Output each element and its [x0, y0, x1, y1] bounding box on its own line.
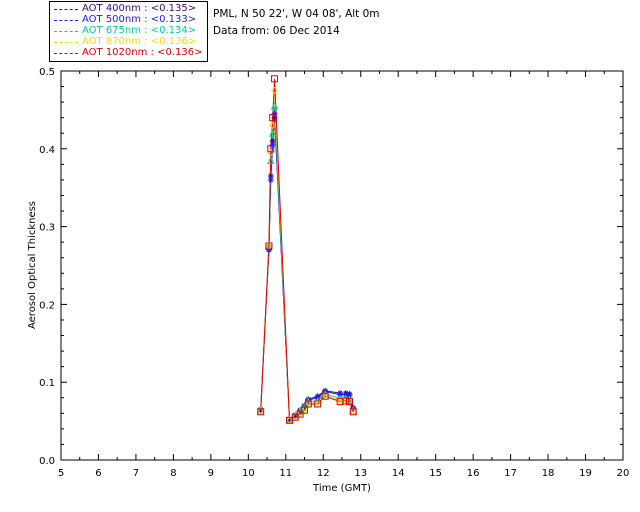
legend: AOT 400nm : <0.135> AOT 500nm : <0.133> AO…: [49, 1, 208, 62]
x-tick-label: 9: [208, 468, 214, 479]
tick-labels: 5 6 7 8 9 10 11 12 13 14 15 16 17 18 19 20 0.0 0.1 0.2 0.3 0…: [39, 67, 629, 479]
legend-label: AOT 870nm : <0.136>: [82, 36, 197, 47]
legend-swatch: [54, 53, 78, 54]
x-axis-title: Time (GMT): [312, 483, 371, 494]
y-tick-label: 0.0: [39, 456, 55, 467]
x-tick-label: 7: [133, 468, 139, 479]
legend-label: AOT 675nm : <0.134>: [82, 25, 197, 36]
legend-swatch: [54, 20, 78, 21]
y-tick-label: 0.1: [39, 378, 55, 389]
series-markers: [256, 75, 358, 425]
x-tick-label: 16: [467, 468, 480, 479]
x-tick-label: 8: [170, 468, 176, 479]
x-tick-label: 20: [617, 468, 630, 479]
series-line-aot-1020nm: [260, 78, 354, 422]
x-tick-label: 13: [354, 468, 367, 479]
y-tick-label: 0.3: [39, 223, 55, 234]
x-tick-label: 17: [504, 468, 517, 479]
legend-label: AOT 500nm : <0.133>: [82, 14, 197, 25]
legend-label: AOT 1020nm : <0.136>: [82, 47, 203, 58]
x-tick-label: 18: [542, 468, 555, 479]
series-line-aot-675nm: [260, 105, 354, 421]
location-header: PML, N 50 22', W 04 08', Alt 0m: [213, 8, 380, 20]
date-header: Data from: 06 Dec 2014: [213, 25, 340, 37]
legend-entry: AOT 1020nm : <0.136>: [50, 47, 207, 59]
x-tick-label: 11: [279, 468, 292, 479]
x-tick-label: 15: [429, 468, 442, 479]
x-tick-label: 10: [242, 468, 255, 479]
x-tick-label: 19: [579, 468, 592, 479]
legend-swatch: [54, 9, 78, 10]
series-line-aot-400nm: [260, 117, 354, 421]
x-tick-label: 6: [95, 468, 101, 479]
x-tick-label: 12: [317, 468, 330, 479]
series-line-aot-870nm: [260, 90, 354, 422]
y-axis-title: Aerosol Optical Thickness: [27, 201, 38, 329]
y-tick-label: 0.5: [39, 67, 55, 78]
x-tick-label: 14: [392, 468, 405, 479]
y-tick-label: 0.4: [39, 145, 55, 156]
series-line-aot-500nm: [260, 113, 354, 421]
legend-label: AOT 400nm : <0.135>: [82, 3, 197, 14]
x-tick-label: 5: [58, 468, 64, 479]
legend-swatch: [54, 31, 78, 32]
chart-svg: 5 6 7 8 9 10 11 12 13 14 15 16 17 18 19 20 0.0 0.1 0.2 0.3 0…: [27, 67, 629, 494]
legend-swatch: [54, 42, 78, 43]
series-lines: [260, 78, 354, 422]
y-tick-label: 0.2: [39, 300, 55, 311]
